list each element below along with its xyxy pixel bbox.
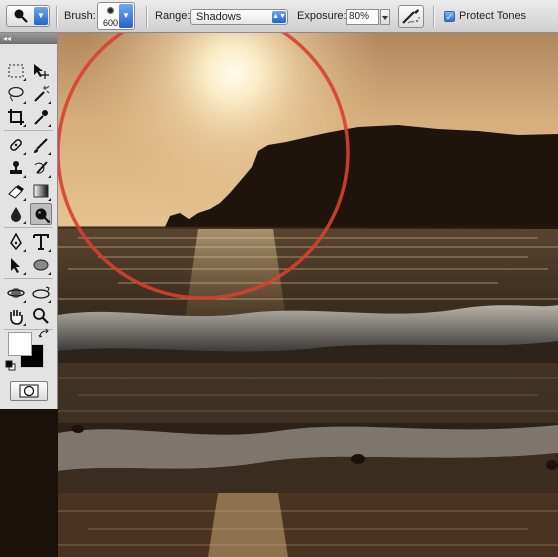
- chevron-down-icon[interactable]: ▼: [34, 7, 48, 25]
- brush-tool[interactable]: [30, 134, 52, 156]
- divider: [4, 278, 53, 279]
- pen-tool[interactable]: [5, 231, 27, 253]
- path-selection-tool[interactable]: [5, 254, 27, 276]
- divider: [146, 6, 147, 27]
- quick-mask-icon: [19, 384, 39, 398]
- burn-tool[interactable]: [30, 203, 52, 225]
- palette-collapse-bar[interactable]: ◂◂: [0, 33, 57, 44]
- exposure-label: Exposure:: [297, 10, 347, 22]
- divider: [4, 130, 53, 131]
- blur-tool[interactable]: [5, 203, 27, 225]
- brush-size-value: 600: [102, 18, 119, 28]
- type-tool[interactable]: [30, 231, 52, 253]
- protect-tones-label: Protect Tones: [459, 10, 527, 22]
- range-value: Shadows: [196, 11, 242, 23]
- burn-tool-icon: [14, 9, 28, 23]
- clone-stamp-tool[interactable]: [5, 157, 27, 179]
- rectangular-marquee-tool[interactable]: [5, 60, 27, 82]
- history-brush-tool[interactable]: [30, 157, 52, 179]
- sunset-sea-photo: [58, 33, 558, 557]
- eraser-tool[interactable]: [5, 180, 27, 202]
- airbrush-icon: [402, 9, 420, 24]
- protect-tones-checkbox[interactable]: ✓: [444, 11, 455, 22]
- range-select[interactable]: Shadows ▲▼: [190, 9, 288, 25]
- lasso-tool[interactable]: [5, 83, 27, 105]
- zoom-tool[interactable]: [30, 305, 52, 327]
- move-icon: [34, 64, 49, 79]
- brush-tip-icon: [107, 7, 114, 14]
- exposure-input[interactable]: 80%: [346, 9, 379, 25]
- airbrush-button[interactable]: [398, 5, 424, 28]
- tool-preset-picker[interactable]: ▼: [6, 5, 50, 27]
- chevron-down-icon[interactable]: ▼: [119, 4, 133, 28]
- divider: [4, 227, 53, 228]
- brush-picker[interactable]: 600 ▼: [97, 2, 135, 30]
- ellipse-shape-tool[interactable]: [30, 254, 52, 276]
- range-label: Range:: [155, 10, 191, 22]
- foreground-color-swatch[interactable]: [8, 332, 32, 356]
- 3d-orbit-tool[interactable]: [30, 282, 52, 304]
- magic-wand-tool[interactable]: [30, 83, 52, 105]
- exposure-slider-toggle[interactable]: [380, 9, 390, 25]
- hand-tool[interactable]: [5, 305, 27, 327]
- brush-label: Brush:: [64, 10, 96, 22]
- quick-mask-button[interactable]: [10, 381, 48, 401]
- 3d-rotate-tool[interactable]: [5, 282, 27, 304]
- zoom-icon: [33, 308, 49, 324]
- swap-colors-icon[interactable]: [38, 328, 50, 340]
- options-bar: ▼ Brush: 600 ▼ Range: Shadows ▲▼ Exposur…: [0, 0, 558, 33]
- gradient-tool[interactable]: [30, 180, 52, 202]
- image-canvas[interactable]: [58, 33, 558, 557]
- spot-healing-tool[interactable]: [5, 134, 27, 156]
- default-colors-icon[interactable]: [5, 360, 16, 371]
- eyedropper-tool[interactable]: [30, 106, 52, 128]
- divider: [56, 6, 57, 27]
- move-tool[interactable]: [30, 60, 52, 82]
- crop-tool[interactable]: [5, 106, 27, 128]
- divider: [433, 6, 434, 27]
- chevron-updown-icon: ▲▼: [272, 11, 286, 23]
